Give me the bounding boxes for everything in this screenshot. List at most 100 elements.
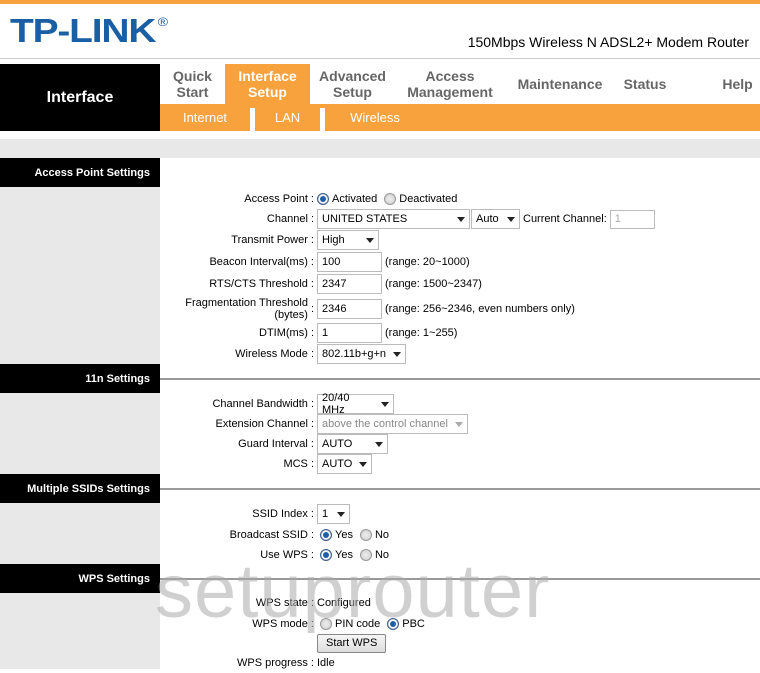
chevron-down-icon — [393, 351, 401, 357]
rts-threshold-hint: (range: 1500~2347) — [385, 278, 482, 290]
wps-mode-label: WPS mode : — [252, 618, 314, 630]
extension-channel-select[interactable]: above the control channel — [317, 414, 468, 434]
menu-access-management[interactable]: Access Management — [395, 64, 505, 104]
section-multiple-ssids-settings: Multiple SSIDs Settings — [0, 474, 160, 503]
chevron-down-icon — [375, 441, 383, 447]
access-point-label: Access Point : — [244, 193, 314, 205]
gray-strip — [0, 139, 760, 158]
wps-mode-pbc-radio[interactable]: PBC — [387, 618, 425, 630]
menu-maintenance[interactable]: Maintenance — [505, 64, 615, 104]
wps-progress-label: WPS progress : — [236, 657, 314, 669]
section-access-point-settings: Access Point Settings — [0, 158, 160, 187]
dtim-row: DTIM(ms) : 1 (range: 1~255) — [160, 323, 760, 343]
beacon-interval-row: Beacon Interval(ms) : 100 (range: 20~1000… — [160, 252, 760, 272]
use-wps-row: Use WPS : Yes No — [160, 545, 760, 565]
transmit-power-label: Transmit Power : — [231, 234, 314, 246]
section-divider — [160, 578, 760, 580]
rts-threshold-row: RTS/CTS Threshold : 2347 (range: 1500~234… — [160, 274, 760, 294]
radio-selected-icon — [317, 193, 329, 205]
transmit-power-select[interactable]: High — [317, 230, 379, 250]
submenu-wireless[interactable]: Wireless — [325, 104, 425, 131]
rts-threshold-label: RTS/CTS Threshold : — [209, 278, 314, 290]
dtim-hint: (range: 1~255) — [385, 327, 458, 339]
fragmentation-threshold-row: Fragmentation Threshold (bytes): 2346 (ran… — [160, 296, 760, 322]
menu-help[interactable]: Help — [705, 64, 760, 104]
channel-bandwidth-label: Channel Bandwidth : — [212, 398, 314, 410]
wps-mode-row: WPS mode : PIN code PBC — [160, 614, 760, 634]
channel-row: Channel : UNITED STATES Auto Current Cha… — [160, 209, 760, 229]
menu-interface-setup[interactable]: Interface Setup — [225, 64, 310, 104]
sub-menu: Internet LAN Wireless — [160, 104, 760, 131]
main-menu: Quick Start Interface Setup Advanced Setup … — [160, 64, 760, 104]
dtim-input[interactable]: 1 — [317, 323, 382, 343]
submenu-lan[interactable]: LAN — [255, 104, 320, 131]
wps-state-value: Configured — [317, 597, 371, 609]
radio-unselected-icon — [359, 549, 372, 561]
model-name: 150Mbps Wireless N ADSL2+ Modem Router — [467, 34, 749, 50]
wps-state-label: WPS state : — [255, 597, 314, 609]
current-channel-label: Current Channel: — [523, 213, 607, 225]
access-point-row: Access Point : Activated Deactivated — [160, 189, 760, 209]
access-point-deactivated-radio[interactable]: Deactivated — [384, 193, 457, 205]
ssid-index-label: SSID Index : — [252, 508, 314, 520]
extension-channel-label: Extension Channel : — [215, 418, 314, 430]
fragmentation-threshold-label: Fragmentation Threshold (bytes): — [185, 297, 314, 321]
fragmentation-threshold-hint: (range: 256~2346, even numbers only) — [385, 303, 575, 315]
mcs-label: MCS : — [283, 458, 314, 470]
radio-unselected-icon — [384, 193, 397, 205]
start-wps-button[interactable]: Start WPS — [317, 633, 387, 653]
wps-progress-value: Idle — [317, 657, 335, 669]
radio-unselected-icon — [359, 529, 372, 541]
beacon-interval-input[interactable]: 100 — [317, 252, 382, 272]
transmit-power-row: Transmit Power : High — [160, 230, 760, 250]
use-wps-yes-radio[interactable]: Yes — [320, 549, 353, 561]
section-divider — [160, 378, 760, 380]
fragmentation-threshold-input[interactable]: 2346 — [317, 299, 382, 319]
tp-link-logo: TP-LINK ® — [10, 12, 168, 49]
current-channel-field: 1 — [609, 209, 655, 229]
section-wps-settings: WPS Settings — [0, 564, 160, 593]
wireless-mode-label: Wireless Mode : — [235, 348, 314, 360]
ssid-index-row: SSID Index : 1 — [160, 504, 760, 524]
broadcast-ssid-yes-radio[interactable]: Yes — [320, 529, 353, 541]
submenu-internet[interactable]: Internet — [160, 104, 250, 131]
mcs-row: MCS : AUTO — [160, 454, 760, 474]
channel-select[interactable]: Auto — [471, 209, 520, 229]
radio-unselected-icon — [320, 618, 332, 630]
guard-interval-select[interactable]: AUTO — [317, 434, 388, 454]
dtim-label: DTIM(ms) : — [259, 327, 314, 339]
wireless-mode-select[interactable]: 802.11b+g+n — [317, 344, 406, 364]
wps-state-row: WPS state : Configured — [160, 593, 760, 613]
beacon-interval-hint: (range: 20~1000) — [385, 256, 470, 268]
guard-interval-row: Guard Interval : AUTO — [160, 434, 760, 454]
chevron-down-icon — [381, 401, 389, 407]
wps-mode-pin-radio[interactable]: PIN code — [320, 618, 380, 630]
chevron-down-icon — [455, 421, 463, 427]
top-accent-bar — [0, 0, 760, 4]
use-wps-no-radio[interactable]: No — [359, 549, 389, 561]
broadcast-ssid-no-radio[interactable]: No — [359, 529, 389, 541]
channel-bandwidth-select[interactable]: 20/40 MHz — [317, 392, 394, 416]
broadcast-ssid-label: Broadcast SSID : — [229, 529, 314, 541]
header-divider — [0, 58, 760, 59]
radio-selected-icon — [387, 618, 400, 630]
mcs-select[interactable]: AUTO — [317, 454, 372, 474]
channel-label: Channel : — [266, 213, 314, 225]
menu-status[interactable]: Status — [615, 64, 675, 104]
channel-bandwidth-row: Channel Bandwidth : 20/40 MHz — [160, 392, 760, 416]
country-select[interactable]: UNITED STATES — [317, 209, 470, 229]
broadcast-ssid-row: Broadcast SSID : Yes No — [160, 525, 760, 545]
chevron-down-icon — [337, 511, 345, 517]
menu-advanced-setup[interactable]: Advanced Setup — [310, 64, 395, 104]
chevron-down-icon — [457, 216, 465, 222]
wps-progress-row: WPS progress : Idle — [160, 653, 760, 673]
menu-quick-start[interactable]: Quick Start — [160, 64, 225, 104]
rts-threshold-input[interactable]: 2347 — [317, 274, 382, 294]
extension-channel-row: Extension Channel : above the control ch… — [160, 414, 760, 434]
ssid-index-select[interactable]: 1 — [317, 504, 350, 524]
chevron-down-icon — [507, 216, 515, 222]
radio-selected-icon — [320, 549, 332, 561]
access-point-activated-radio[interactable]: Activated — [317, 193, 377, 205]
guard-interval-label: Guard Interval : — [238, 438, 314, 450]
radio-selected-icon — [320, 529, 332, 541]
